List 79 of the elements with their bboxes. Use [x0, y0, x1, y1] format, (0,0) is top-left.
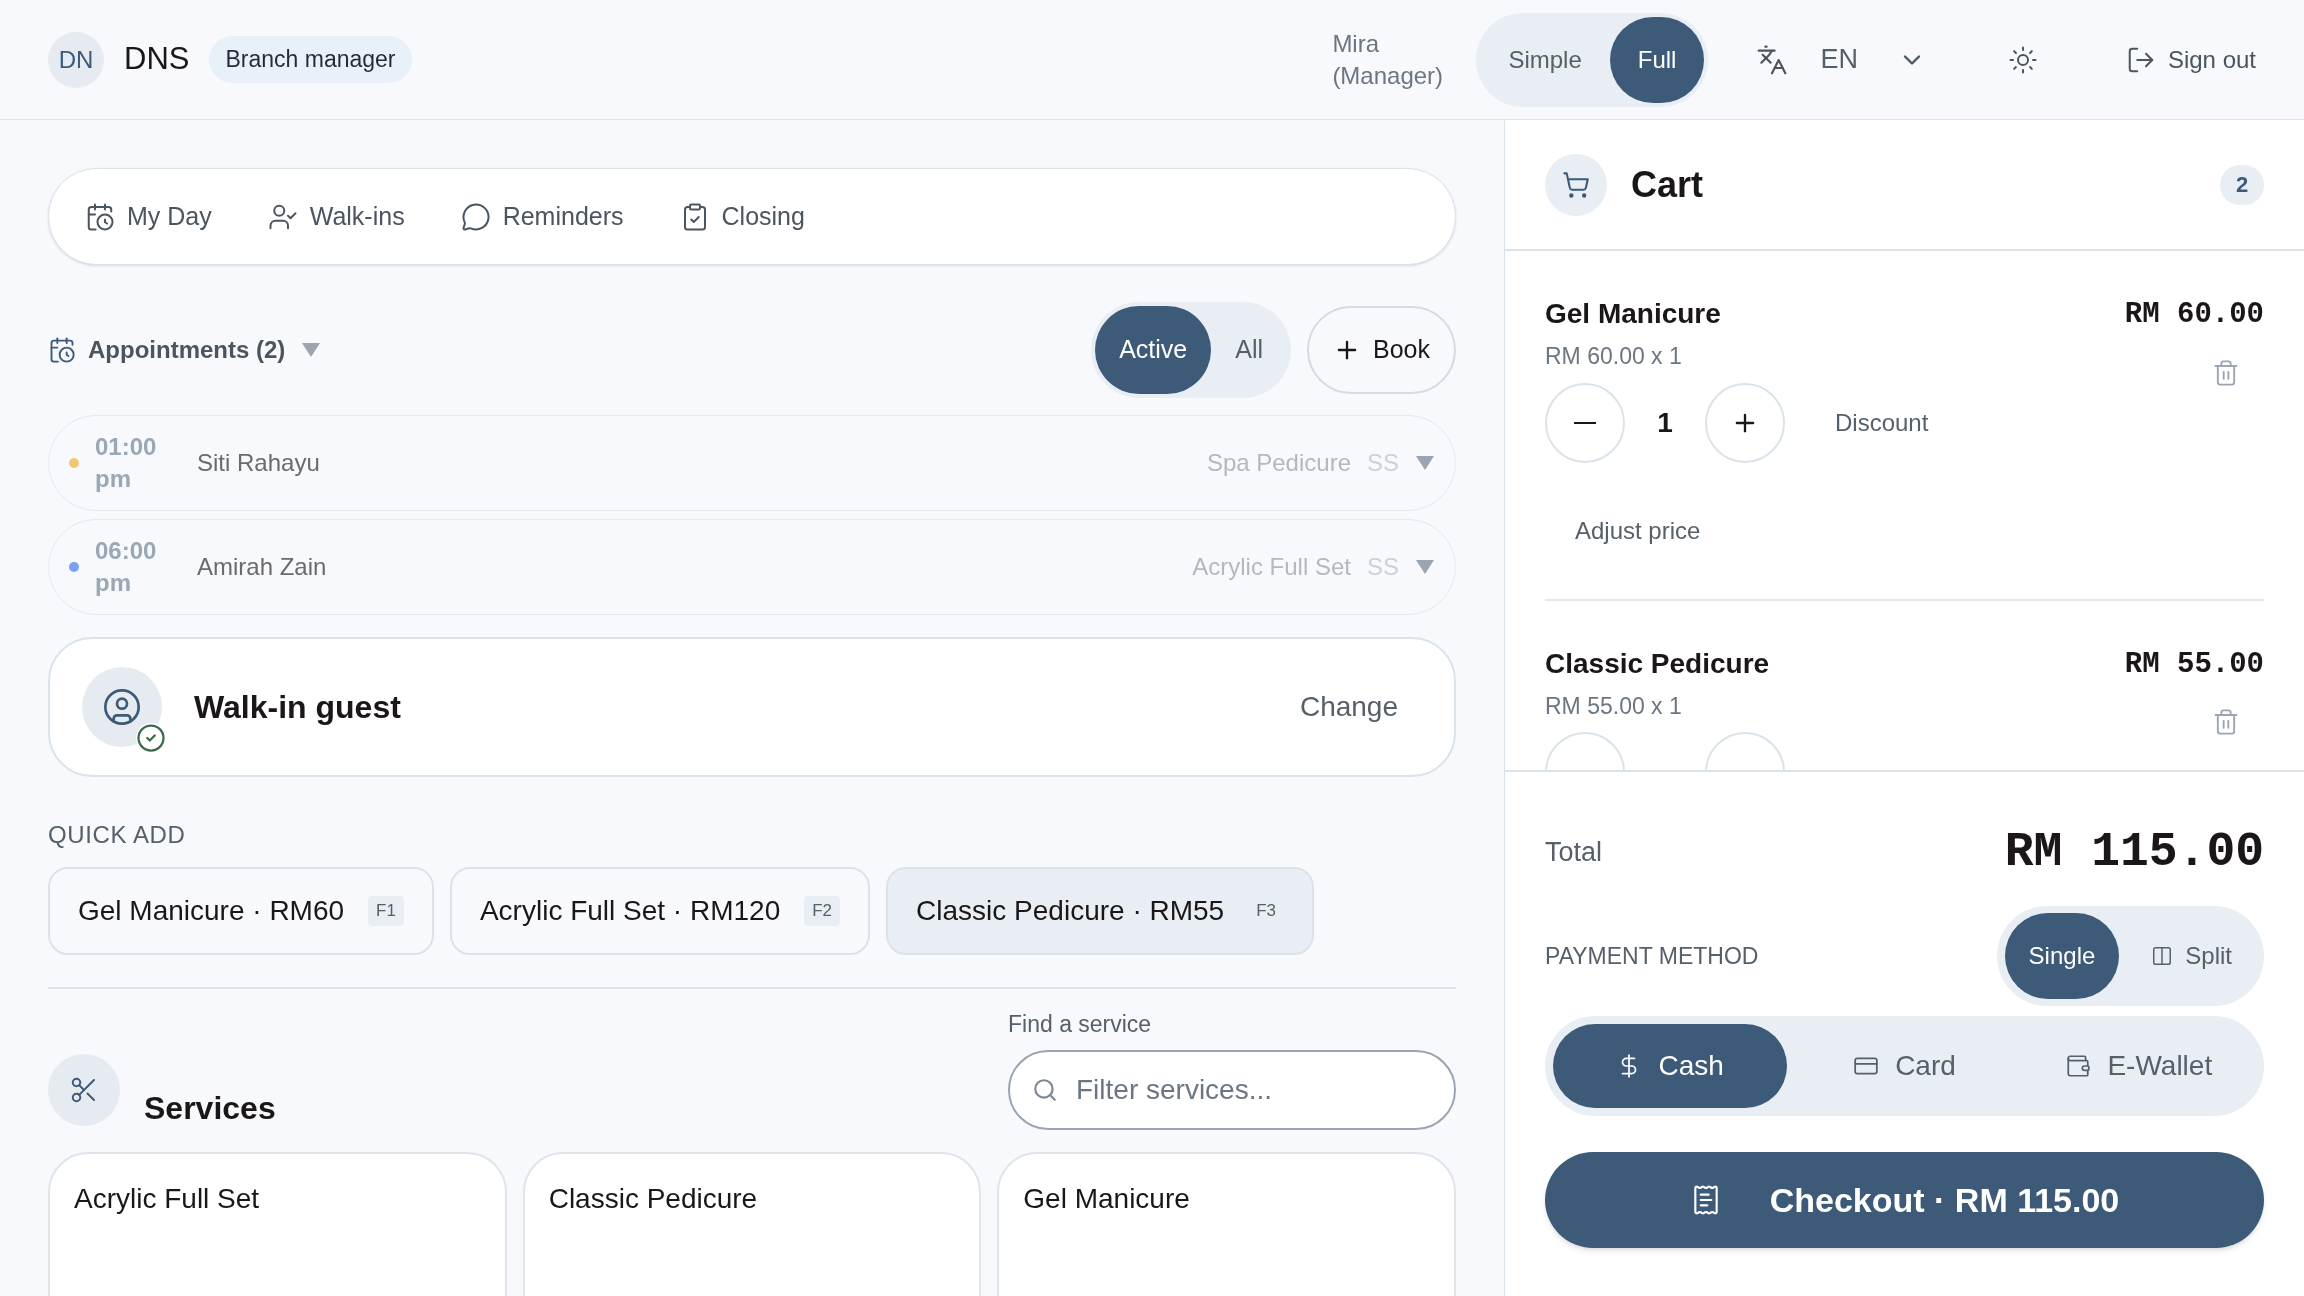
total-label: Total: [1545, 835, 1603, 869]
services-title: Services: [144, 1088, 276, 1128]
mode-tab[interactable]: Simple: [1480, 16, 1610, 103]
service-card-title: Classic Pedicure: [548, 1182, 758, 1214]
translate-icon[interactable]: [1756, 43, 1789, 76]
search-icon: [1032, 1076, 1058, 1103]
nav-tab[interactable]: Walk-ins: [267, 197, 405, 236]
quantity: 1: [1656, 405, 1674, 440]
theme-icon[interactable]: [2007, 44, 2038, 75]
discount-button[interactable]: Discount: [1835, 404, 1929, 441]
total-amount: RM 115.00: [2004, 824, 2264, 881]
search-field[interactable]: Filter services...: [1008, 1049, 1456, 1130]
service-card-title: Acrylic Full Set: [74, 1182, 260, 1214]
shortcut-key: F2: [804, 896, 841, 926]
service-name: Acrylic Full Set: [1192, 552, 1351, 582]
expand-triangle-icon: [1415, 559, 1435, 575]
nav-tab[interactable]: Closing: [679, 197, 805, 236]
service-card[interactable]: Acrylic Full Set: [48, 1151, 507, 1296]
checkout-button[interactable]: Checkout · RM 115.00: [1545, 1152, 2264, 1248]
line-total: RM 60.00: [2124, 297, 2264, 333]
cart-item-name: Classic Pedicure: [1545, 646, 1771, 681]
quick-add-chip[interactable]: Classic Pedicure · RM55 F3: [886, 867, 1315, 955]
shortcut-key: F3: [1248, 896, 1285, 926]
user-avatar: DN: [48, 31, 104, 88]
trash-icon[interactable]: [2212, 708, 2240, 736]
increase-button[interactable]: [1705, 382, 1785, 463]
dropdown-triangle-icon: [301, 342, 322, 358]
role-badge: Branch manager: [209, 36, 412, 83]
service-name: Spa Pedicure: [1206, 448, 1351, 478]
calendar-clock-icon: [48, 336, 76, 364]
unit-price: RM 55.00 x 1: [1545, 691, 1683, 721]
chat-bubble-icon: [460, 201, 491, 232]
change-button[interactable]: Change: [1299, 686, 1398, 728]
client-name: Amirah Zain: [197, 552, 327, 582]
line-total: RM 55.00: [2124, 646, 2264, 683]
client-name: Siti Rahayu: [197, 448, 320, 478]
shortcut-key: F1: [368, 896, 404, 926]
payment-method-label: PAYMENT METHOD: [1545, 941, 1759, 971]
mode-tab[interactable]: Full: [1609, 16, 1705, 103]
nav-tab[interactable]: Reminders: [460, 197, 624, 236]
service-card[interactable]: Gel Manicure: [997, 1151, 1456, 1296]
quick-add-chip[interactable]: Acrylic Full Set · RM120 F2: [449, 867, 871, 955]
payment-method-tab[interactable]: Cash: [1553, 1024, 1788, 1108]
quick-add-label: QUICK ADD: [48, 820, 187, 850]
filter-tab[interactable]: Active: [1095, 306, 1212, 394]
search-label: Find a service: [1008, 1010, 1153, 1039]
service-card[interactable]: Classic Pedicure: [522, 1151, 982, 1296]
customer-name: Walk-in guest: [194, 688, 401, 727]
wallet-icon: [2065, 1053, 2092, 1079]
split-icon: [2151, 945, 2174, 967]
calendar-clock-icon: [85, 201, 115, 232]
user-icon: [102, 687, 142, 727]
cart-icon: [1562, 170, 1590, 199]
appointments-title: Appointments (2): [88, 335, 286, 365]
decrease-button[interactable]: [1545, 382, 1625, 463]
payment-method-tab[interactable]: Card: [1787, 1024, 2022, 1108]
unit-price: RM 60.00 x 1: [1545, 342, 1683, 371]
cart-title: Cart: [1631, 162, 1704, 207]
brand-name: DNS: [124, 40, 190, 79]
user-name: Mira (Manager): [1332, 28, 1445, 91]
check-icon: [136, 723, 166, 753]
appointment-time: 01:00 pm: [95, 432, 158, 494]
language-code[interactable]: EN: [1820, 39, 1858, 80]
service-card-title: Gel Manicure: [1023, 1182, 1190, 1214]
filter-tab[interactable]: All: [1211, 306, 1287, 394]
payment-mode-tab[interactable]: Single: [2004, 913, 2120, 999]
item-count: 2: [2220, 164, 2264, 205]
quick-add-chip[interactable]: Gel Manicure · RM60 F1: [48, 867, 434, 955]
adjust-price-button[interactable]: Adjust price: [1575, 512, 1701, 549]
appointment-time: 06:00 pm: [95, 536, 158, 598]
trash-icon[interactable]: [2212, 358, 2240, 387]
payment-method-tab[interactable]: E-Wallet: [2021, 1024, 2256, 1108]
sign-out-button[interactable]: Sign out: [2125, 41, 2256, 78]
payment-mode-tab[interactable]: Split: [2127, 913, 2256, 999]
minus-icon: [1574, 421, 1596, 424]
cart-item-name: Gel Manicure: [1545, 297, 1722, 331]
nav-tab[interactable]: My Day: [85, 197, 212, 236]
book-button[interactable]: Book: [1307, 306, 1456, 394]
expand-triangle-icon: [1415, 455, 1435, 471]
